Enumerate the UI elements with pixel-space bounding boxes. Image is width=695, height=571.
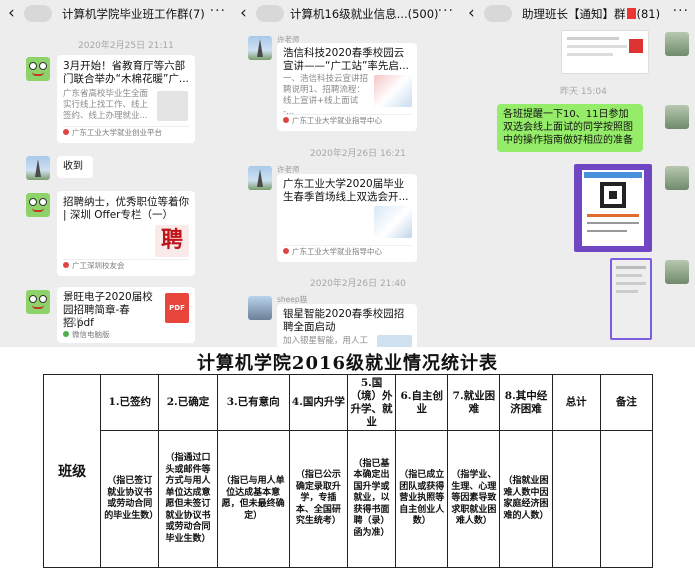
- article-thumbnail: [374, 206, 412, 238]
- file-message[interactable]: 景旺电子2020届校园招聘简章-春招.pdf 2.2K PDF 微信电脑版: [57, 287, 195, 343]
- back-arrow-icon[interactable]: ‹: [240, 3, 247, 23]
- statistics-table: 班级 1.已签约 2.已确定 3.已有意向 4.国内升学 5.国（境）外升学、就…: [42, 374, 654, 568]
- blurred-badge: [484, 5, 512, 22]
- timestamp: 2020年2月25日 21:11: [78, 41, 174, 51]
- article-card[interactable]: 银星智能2020春季校园招聘全面启动 加入银星智能，用人工: [277, 304, 417, 347]
- article-card[interactable]: 3月开始！省教育厅等六部门联合举办“木棉花暖”广... 广东省高校毕业生全面实行…: [57, 55, 195, 143]
- column-description: （指已公示确定录取升学，专插本、全国研究生统考）: [288, 430, 348, 568]
- column-header: 6.自主创业: [395, 374, 449, 431]
- article-title: 广东工业大学2020届毕业生春季首场线上双选会开...: [283, 178, 409, 203]
- article-source: 广东工业大学就业指导中心: [283, 114, 382, 127]
- header-row: 班级 1.已签约 2.已确定 3.已有意向 4.国内升学 5.国（境）外升学、就…: [42, 374, 654, 568]
- article-desc: 广东省高校毕业生全面实行线上找工作、线上签约、线上办理就业...: [63, 89, 149, 121]
- sender-avatar[interactable]: [26, 156, 50, 180]
- article-title: 银星智能2020春季校园招聘全面启动: [283, 308, 405, 333]
- shared-image[interactable]: [561, 30, 649, 74]
- chat-title: 计算机16级就业信息...(500): [290, 7, 439, 21]
- notice-message: 各班提醒一下10、11日参加双选会线上面试的同学按照图中的操作指南做好相应的准备: [497, 104, 643, 152]
- file-size: 2.2K: [63, 317, 83, 327]
- sender-avatar[interactable]: [248, 36, 272, 60]
- chat-header: ‹ 助理班长【通知】群 (81) ···: [460, 0, 695, 28]
- more-options-icon[interactable]: ···: [210, 3, 226, 19]
- column-description: （指就业困难人数中因家庭经济困难的人数）: [499, 430, 553, 568]
- article-source: 广工深圳校友会: [63, 259, 125, 272]
- description-row: （指已签订就业协议书或劳动合同的毕业生数） （指通过口头或邮件等方式与用人单位达…: [44, 430, 654, 568]
- timestamp: 昨天 15:04: [560, 87, 607, 97]
- recruit-thumbnail: 聘: [155, 225, 189, 257]
- employment-statistics-table-image: 计算机学院2016级就业情况统计表 班级 1.已签约 2.已确定 3.已有意向 …: [0, 347, 695, 571]
- sender-avatar[interactable]: [248, 166, 272, 190]
- file-source: 微信电脑版: [63, 328, 110, 341]
- article-thumbnail: [374, 75, 412, 107]
- chat-title: 计算机学院毕业班工作群(7): [62, 7, 205, 21]
- blurred-badge: [256, 5, 284, 22]
- article-desc: 加入银星智能，用人工: [283, 336, 369, 346]
- article-desc: 一、浩信科技云宣讲招聘说明1、招聘流程：线上宣讲+线上面试 -...: [283, 74, 369, 117]
- chat-header: ‹ 计算机学院毕业班工作群(7) ···: [0, 0, 232, 28]
- column-header: 2.已确定: [158, 374, 218, 431]
- back-arrow-icon[interactable]: ‹: [468, 3, 475, 23]
- pdf-icon: PDF: [165, 293, 189, 323]
- my-avatar[interactable]: [665, 105, 689, 129]
- article-source: 广东工业大学就业指导中心: [283, 245, 382, 258]
- my-avatar[interactable]: [665, 260, 689, 284]
- column-header: 备注: [599, 374, 654, 431]
- article-title: 3月开始！省教育厅等六部门联合举办“木棉花暖”广...: [63, 60, 189, 85]
- article-thumbnail: [157, 91, 188, 121]
- column-header: 4.国内升学: [288, 374, 348, 431]
- chat-panel-class-notice: ‹ 助理班长【通知】群 (81) ··· 昨天 15:04 各班提醒一下10、11…: [460, 0, 695, 347]
- column-header: 1.已签约: [100, 374, 160, 431]
- chat-panel-employment-info: ‹ 计算机16级就业信息...(500) ··· 许老师 浩信科技2020春季校…: [232, 0, 460, 347]
- chat-title: 助理班长【通知】群 (81): [522, 7, 661, 21]
- sender-avatar[interactable]: [26, 193, 50, 217]
- shared-screenshot-image[interactable]: [610, 258, 652, 340]
- column-header: 7.就业困难: [447, 374, 501, 431]
- class-column-header: 班级: [42, 374, 102, 568]
- sender-avatar[interactable]: [26, 57, 50, 81]
- flag-icon: [626, 8, 636, 19]
- column-header: 3.已有意向: [216, 374, 290, 431]
- message-bubble: 收到: [57, 156, 93, 178]
- article-card[interactable]: 浩信科技2020春季校园云宣讲——“广工站”率先启... 一、浩信科技云宣讲招聘…: [277, 43, 417, 131]
- column-description: （指通过口头或邮件等方式与用人单位达成意愿但未签订就业协议书或劳动合同毕业生数）: [158, 430, 218, 568]
- sender-avatar[interactable]: [248, 296, 272, 320]
- chat-panel-graduate-group: ‹ 计算机学院毕业班工作群(7) ··· 2020年2月25日 21:11 3月…: [0, 0, 232, 347]
- article-source: 广东工业大学就业创业平台: [63, 126, 162, 139]
- column-header: 8.其中经济困难: [499, 374, 553, 431]
- my-avatar[interactable]: [665, 32, 689, 56]
- my-avatar[interactable]: [665, 166, 689, 190]
- column-description: （指已基本确定出国升学或就业，以获得书面聘（录）函为准）: [346, 430, 397, 568]
- chat-screenshots: ‹ 计算机学院毕业班工作群(7) ··· 2020年2月25日 21:11 3月…: [0, 0, 695, 347]
- article-title: 招聘纳士，优秀职位等着你 | 深圳 Offer专栏（一）: [63, 196, 189, 221]
- timestamp: 2020年2月26日 21:40: [310, 279, 406, 289]
- column-header: 总计: [551, 374, 601, 431]
- sender-avatar[interactable]: [26, 290, 50, 314]
- table-title: 计算机学院2016级就业情况统计表: [196, 353, 499, 374]
- more-options-icon[interactable]: ···: [438, 3, 454, 19]
- timestamp: 2020年2月26日 16:21: [310, 149, 406, 159]
- chat-header: ‹ 计算机16级就业信息...(500) ···: [232, 0, 460, 28]
- article-card[interactable]: 广东工业大学2020届毕业生春季首场线上双选会开... 广东工业大学就业指导中心: [277, 174, 417, 262]
- column-description: （指已成立团队或获得营业执照等自主创业人数）: [395, 430, 449, 568]
- column-description: （指已与用人单位达成基本意愿，但未最终确定）: [216, 430, 290, 568]
- article-thumbnail: [377, 335, 412, 347]
- more-options-icon[interactable]: ···: [673, 3, 689, 19]
- back-arrow-icon[interactable]: ‹: [8, 3, 15, 23]
- article-card[interactable]: 招聘纳士，优秀职位等着你 | 深圳 Offer专栏（一） 聘 广工深圳校友会: [57, 191, 195, 276]
- blurred-badge: [24, 5, 52, 22]
- column-description: [599, 430, 654, 568]
- column-description: （指学业、生理、心理等因素导致求职就业困难人数）: [447, 430, 501, 568]
- article-title: 浩信科技2020春季校园云宣讲——“广工站”率先启...: [283, 47, 409, 72]
- column-description: [551, 430, 601, 568]
- shared-poster-image[interactable]: [574, 164, 652, 252]
- column-description: （指已签订就业协议书或劳动合同的毕业生数）: [100, 430, 160, 568]
- column-header: 5.国（境）外升学、就业: [346, 374, 397, 431]
